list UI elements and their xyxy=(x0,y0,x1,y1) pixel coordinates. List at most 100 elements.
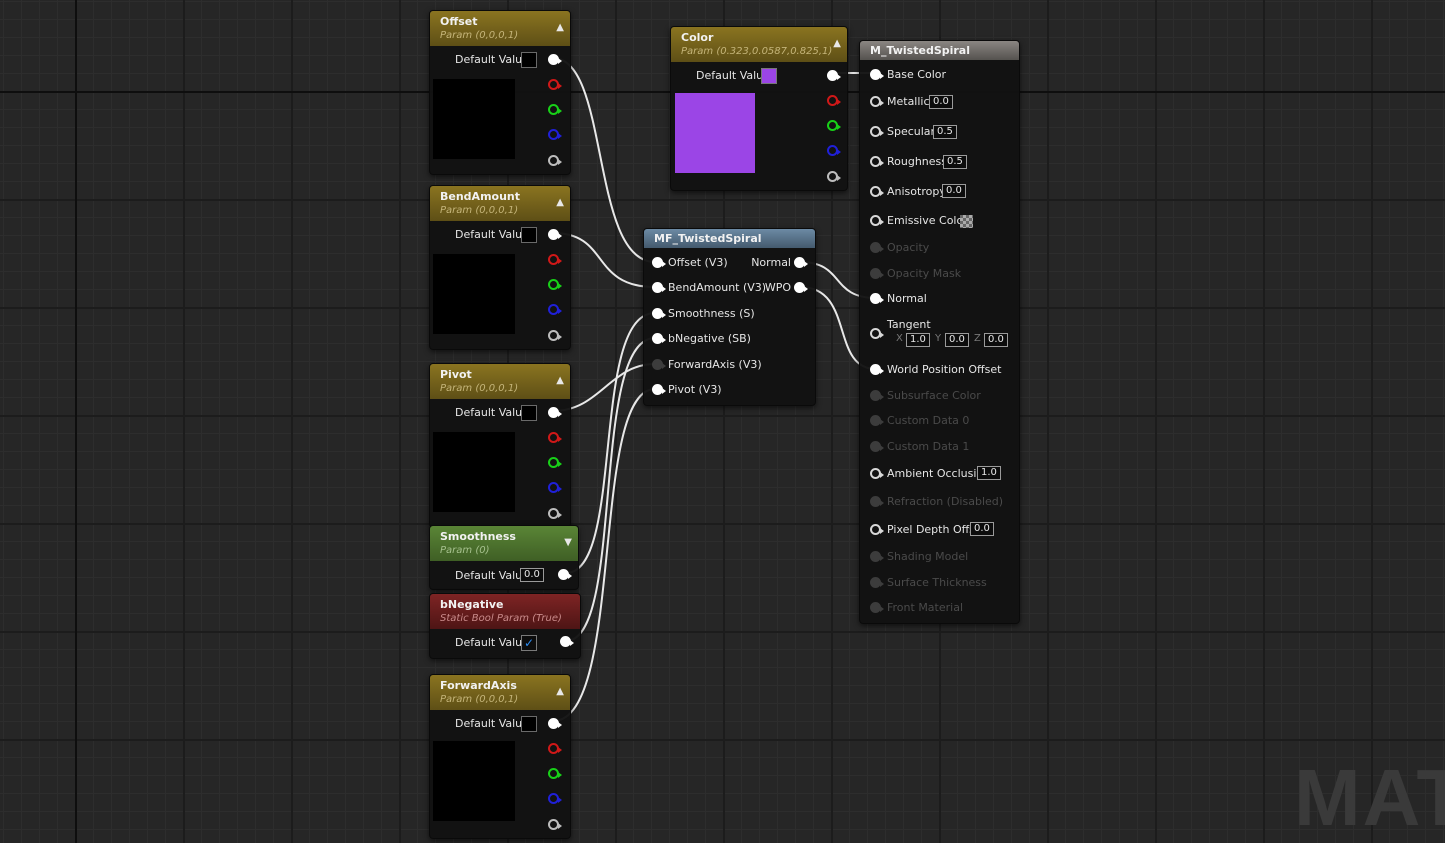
output-pin-b[interactable] xyxy=(548,793,562,804)
default-value-swatch[interactable] xyxy=(521,716,537,732)
metallic-value[interactable]: 0.0 xyxy=(929,95,953,109)
output-label-normal: Normal xyxy=(751,256,791,269)
output-pin-b[interactable] xyxy=(548,129,562,140)
pixel-depth-offset-value[interactable]: 0.0 xyxy=(970,522,994,536)
node-header[interactable]: BendAmount Param (0,0,0,1) ▲ xyxy=(430,186,570,221)
output-pin-r[interactable] xyxy=(548,432,562,443)
node-header[interactable]: ForwardAxis Param (0,0,0,1) ▲ xyxy=(430,675,570,710)
output-pin-a[interactable] xyxy=(548,155,562,166)
default-value-checkbox[interactable]: ✓ xyxy=(521,635,537,651)
output-pin-rgb[interactable] xyxy=(548,54,562,65)
node-header[interactable]: Pivot Param (0,0,0,1) ▲ xyxy=(430,364,570,399)
input-pin[interactable] xyxy=(870,126,884,137)
node-subtitle: Param (0.323,0.0587,0.825,1) xyxy=(681,46,833,57)
tangent-x-value[interactable]: 1.0 xyxy=(906,333,930,347)
chevron-down-icon[interactable]: ▼ xyxy=(564,537,572,548)
ambient-occlusion-value[interactable]: 1.0 xyxy=(977,466,1001,480)
output-pin-rgb[interactable] xyxy=(548,718,562,729)
pin-label: World Position Offset xyxy=(887,363,1002,376)
output-pin[interactable] xyxy=(558,569,572,580)
node-header[interactable]: MF_TwistedSpiral xyxy=(644,229,815,248)
input-pin[interactable] xyxy=(870,96,884,107)
output-pin-r[interactable] xyxy=(548,254,562,265)
default-value-swatch[interactable] xyxy=(521,405,537,421)
anisotropy-value[interactable]: 0.0 xyxy=(942,184,966,198)
output-pin[interactable] xyxy=(560,636,574,647)
input-pin[interactable] xyxy=(870,69,884,80)
pin-label: Metallic xyxy=(887,95,930,108)
output-pin-g[interactable] xyxy=(548,768,562,779)
node-header[interactable]: M_TwistedSpiral xyxy=(860,41,1019,60)
default-value-field[interactable]: 0.0 xyxy=(520,568,544,582)
input-pin[interactable] xyxy=(870,156,884,167)
output-pin-r[interactable] xyxy=(827,95,841,106)
specular-value[interactable]: 0.5 xyxy=(933,125,957,139)
node-header[interactable]: Color Param (0.323,0.0587,0.825,1) ▲ xyxy=(671,27,847,62)
output-pin-rgb[interactable] xyxy=(548,229,562,240)
input-pin[interactable] xyxy=(870,215,884,226)
output-pin-a[interactable] xyxy=(548,819,562,830)
input-pin-offset[interactable] xyxy=(652,257,666,268)
default-value-swatch[interactable] xyxy=(521,52,537,68)
node-header[interactable]: Smoothness Param (0) ▼ xyxy=(430,526,578,561)
node-title: ForwardAxis xyxy=(440,679,517,692)
tangent-z-value[interactable]: 0.0 xyxy=(984,333,1008,347)
chevron-up-icon[interactable]: ▲ xyxy=(556,197,564,208)
output-pin-r[interactable] xyxy=(548,743,562,754)
input-pin[interactable] xyxy=(870,186,884,197)
input-label-bnegative: bNegative (SB) xyxy=(668,332,751,345)
chevron-up-icon[interactable]: ▲ xyxy=(556,686,564,697)
input-pin-smoothness[interactable] xyxy=(652,308,666,319)
smoothness-param-node[interactable]: Smoothness Param (0) ▼ Default Value 0.0 xyxy=(429,525,579,590)
material-function-node[interactable]: MF_TwistedSpiral Offset (V3) BendAmount … xyxy=(643,228,816,406)
input-pin-pivot[interactable] xyxy=(652,384,666,395)
default-value-swatch[interactable] xyxy=(521,227,537,243)
pivot-param-node[interactable]: Pivot Param (0,0,0,1) ▲ Default Value xyxy=(429,363,571,528)
input-pin[interactable] xyxy=(870,293,884,304)
node-header[interactable]: bNegative Static Bool Param (True) xyxy=(430,594,580,629)
output-pin-g[interactable] xyxy=(548,104,562,115)
input-pin[interactable] xyxy=(870,524,884,535)
color-param-node[interactable]: Color Param (0.323,0.0587,0.825,1) ▲ Def… xyxy=(670,26,848,191)
tangent-z-label: Z xyxy=(974,333,981,344)
input-pin[interactable] xyxy=(870,364,884,375)
output-pin-rgb[interactable] xyxy=(548,407,562,418)
output-pin-b[interactable] xyxy=(827,145,841,156)
material-result-node[interactable]: M_TwistedSpiral Base Color Metallic 0.0 … xyxy=(859,40,1020,624)
default-value-label: Default Value xyxy=(455,636,529,649)
default-value-swatch[interactable] xyxy=(761,68,777,84)
default-value-label: Default Value xyxy=(455,53,529,66)
input-pin[interactable] xyxy=(870,328,884,339)
output-pin-g[interactable] xyxy=(827,120,841,131)
output-pin-wpo[interactable] xyxy=(794,282,808,293)
node-title: Color xyxy=(681,31,714,44)
output-pin-a[interactable] xyxy=(827,171,841,182)
node-title: Smoothness xyxy=(440,530,516,543)
output-pin-g[interactable] xyxy=(548,457,562,468)
node-header[interactable]: Offset Param (0,0,0,1) ▲ xyxy=(430,11,570,46)
forwardaxis-param-node[interactable]: ForwardAxis Param (0,0,0,1) ▲ Default Va… xyxy=(429,674,571,839)
output-pin-a[interactable] xyxy=(548,330,562,341)
output-pin-a[interactable] xyxy=(548,508,562,519)
chevron-up-icon[interactable]: ▲ xyxy=(556,375,564,386)
bendamount-param-node[interactable]: BendAmount Param (0,0,0,1) ▲ Default Val… xyxy=(429,185,571,350)
input-pin[interactable] xyxy=(870,468,884,479)
checker-swatch-icon[interactable] xyxy=(960,215,973,228)
input-pin-bnegative[interactable] xyxy=(652,333,666,344)
node-title: Offset xyxy=(440,15,478,28)
offset-param-node[interactable]: Offset Param (0,0,0,1) ▲ Default Value xyxy=(429,10,571,175)
output-pin-g[interactable] xyxy=(548,279,562,290)
output-pin-rgb[interactable] xyxy=(827,70,841,81)
input-pin-forwardaxis[interactable] xyxy=(652,359,666,370)
output-pin-r[interactable] xyxy=(548,79,562,90)
bnegative-param-node[interactable]: bNegative Static Bool Param (True) Defau… xyxy=(429,593,581,659)
input-pin xyxy=(870,496,884,507)
chevron-up-icon[interactable]: ▲ xyxy=(556,22,564,33)
roughness-value[interactable]: 0.5 xyxy=(943,155,967,169)
input-pin-bendamount[interactable] xyxy=(652,282,666,293)
chevron-up-icon[interactable]: ▲ xyxy=(833,38,841,49)
tangent-y-value[interactable]: 0.0 xyxy=(945,333,969,347)
output-pin-b[interactable] xyxy=(548,482,562,493)
output-pin-normal[interactable] xyxy=(794,257,808,268)
output-pin-b[interactable] xyxy=(548,304,562,315)
